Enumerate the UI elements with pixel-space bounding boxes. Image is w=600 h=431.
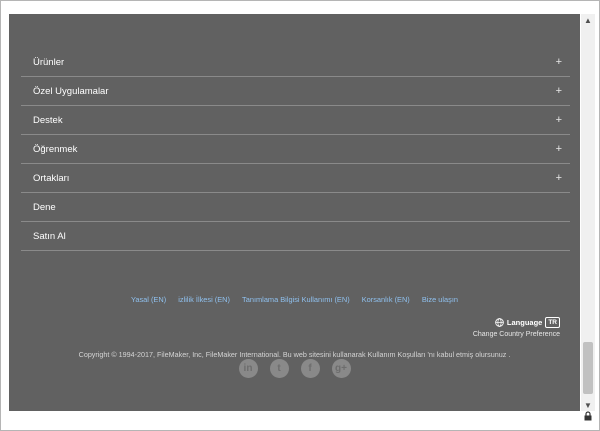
scroll-up-arrow-icon[interactable]: ▲ — [581, 14, 595, 26]
menu-item-label: Satın Al — [33, 230, 66, 242]
twitter-icon[interactable]: t — [269, 359, 289, 378]
vertical-scrollbar[interactable]: ▲ ▼ — [581, 14, 595, 411]
menu-item-label: Dene — [33, 201, 56, 213]
page-viewport: Ürünler + Özel Uygulamalar + Destek + Öğ… — [9, 14, 580, 411]
menu-item-destek[interactable]: Destek + — [21, 106, 570, 135]
scroll-thumb[interactable] — [583, 342, 593, 394]
language-row: Language TR — [473, 317, 560, 328]
google-plus-icon[interactable]: g+ — [331, 359, 351, 378]
copyright-text: Copyright © 1994-2017, FileMaker, Inc, F… — [78, 350, 511, 359]
menu-item-label: Özel Uygulamalar — [33, 85, 109, 97]
link-cookies[interactable]: Tanımlama Bilgisi Kullanımı (EN) — [242, 295, 350, 304]
menu-item-satin-al[interactable]: Satın Al — [21, 222, 570, 251]
change-country-link[interactable]: Change Country Preference — [473, 331, 560, 338]
expand-icon[interactable]: + — [556, 56, 562, 68]
link-piracy[interactable]: Korsanlık (EN) — [362, 295, 410, 304]
globe-icon — [495, 318, 504, 327]
language-selector[interactable]: Language TR Change Country Preference — [473, 317, 560, 338]
linkedin-icon[interactable]: in — [238, 359, 258, 378]
footer-menu: Ürünler + Özel Uygulamalar + Destek + Öğ… — [21, 48, 570, 251]
expand-icon[interactable]: + — [556, 143, 562, 155]
menu-item-dene[interactable]: Dene — [21, 193, 570, 222]
menu-item-ozel-uygulamalar[interactable]: Özel Uygulamalar + — [21, 77, 570, 106]
menu-item-label: Öğrenmek — [33, 143, 78, 155]
language-label: Language — [506, 318, 543, 327]
expand-icon[interactable]: + — [556, 172, 562, 184]
scroll-down-arrow-icon[interactable]: ▼ — [581, 399, 595, 411]
lock-icon — [584, 411, 592, 421]
menu-item-label: Destek — [33, 114, 63, 126]
social-icons: in t f g+ — [9, 359, 580, 378]
link-contact[interactable]: Bize ulaşın — [422, 295, 458, 304]
menu-item-label: Ortakları — [33, 172, 70, 184]
facebook-icon[interactable]: f — [300, 359, 320, 378]
expand-icon[interactable]: + — [556, 114, 562, 126]
menu-item-ortaklari[interactable]: Ortakları + — [21, 164, 570, 193]
menu-item-urunler[interactable]: Ürünler + — [21, 48, 570, 77]
browser-window: Ürünler + Özel Uygulamalar + Destek + Öğ… — [0, 0, 600, 431]
menu-item-label: Ürünler — [33, 56, 65, 68]
link-privacy[interactable]: izlilik İlkesi (EN) — [178, 295, 230, 304]
expand-icon[interactable]: + — [556, 85, 562, 97]
link-legal[interactable]: Yasal (EN) — [131, 295, 166, 304]
language-badge: TR — [545, 317, 560, 328]
menu-item-ogrenmek[interactable]: Öğrenmek + — [21, 135, 570, 164]
footer-links: Yasal (EN) izlilik İlkesi (EN) Tanımlama… — [9, 295, 580, 304]
